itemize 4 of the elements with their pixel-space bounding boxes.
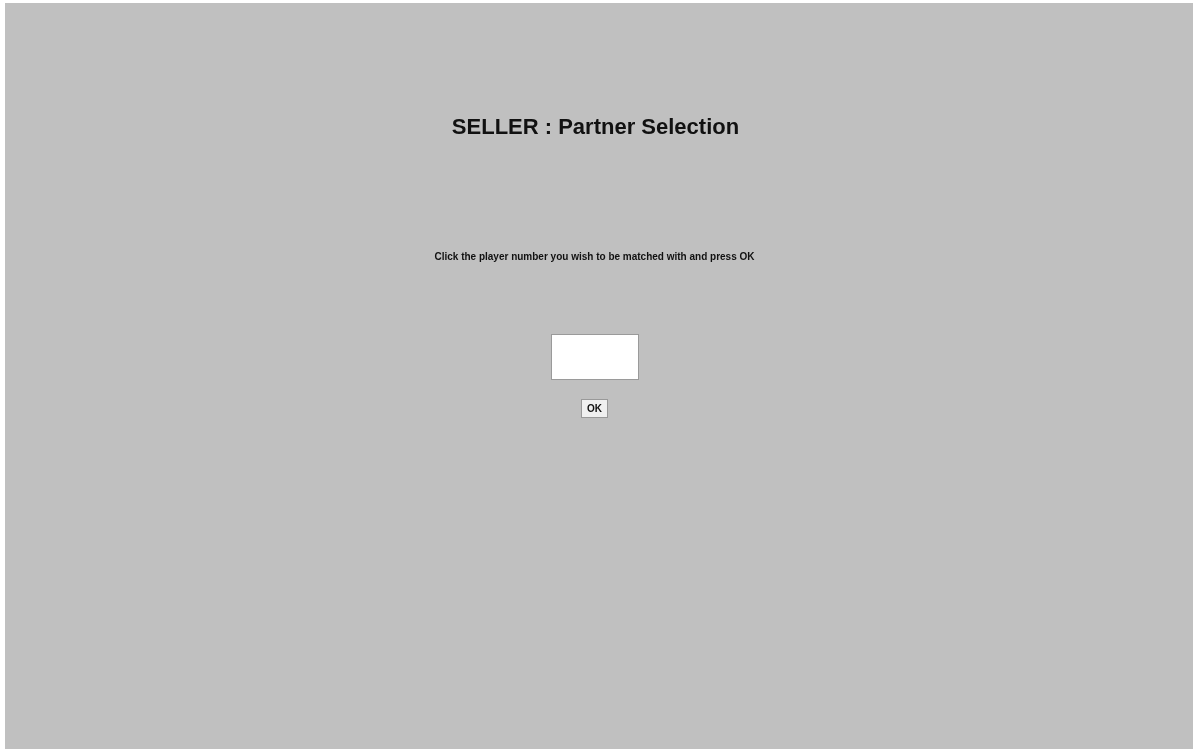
page-title: SELLER : Partner Selection [451,113,740,141]
player-list-box[interactable] [550,334,639,380]
instruction-text: Click the player number you wish to be matched with and press OK [434,250,755,264]
ok-button[interactable]: OK [581,399,608,418]
